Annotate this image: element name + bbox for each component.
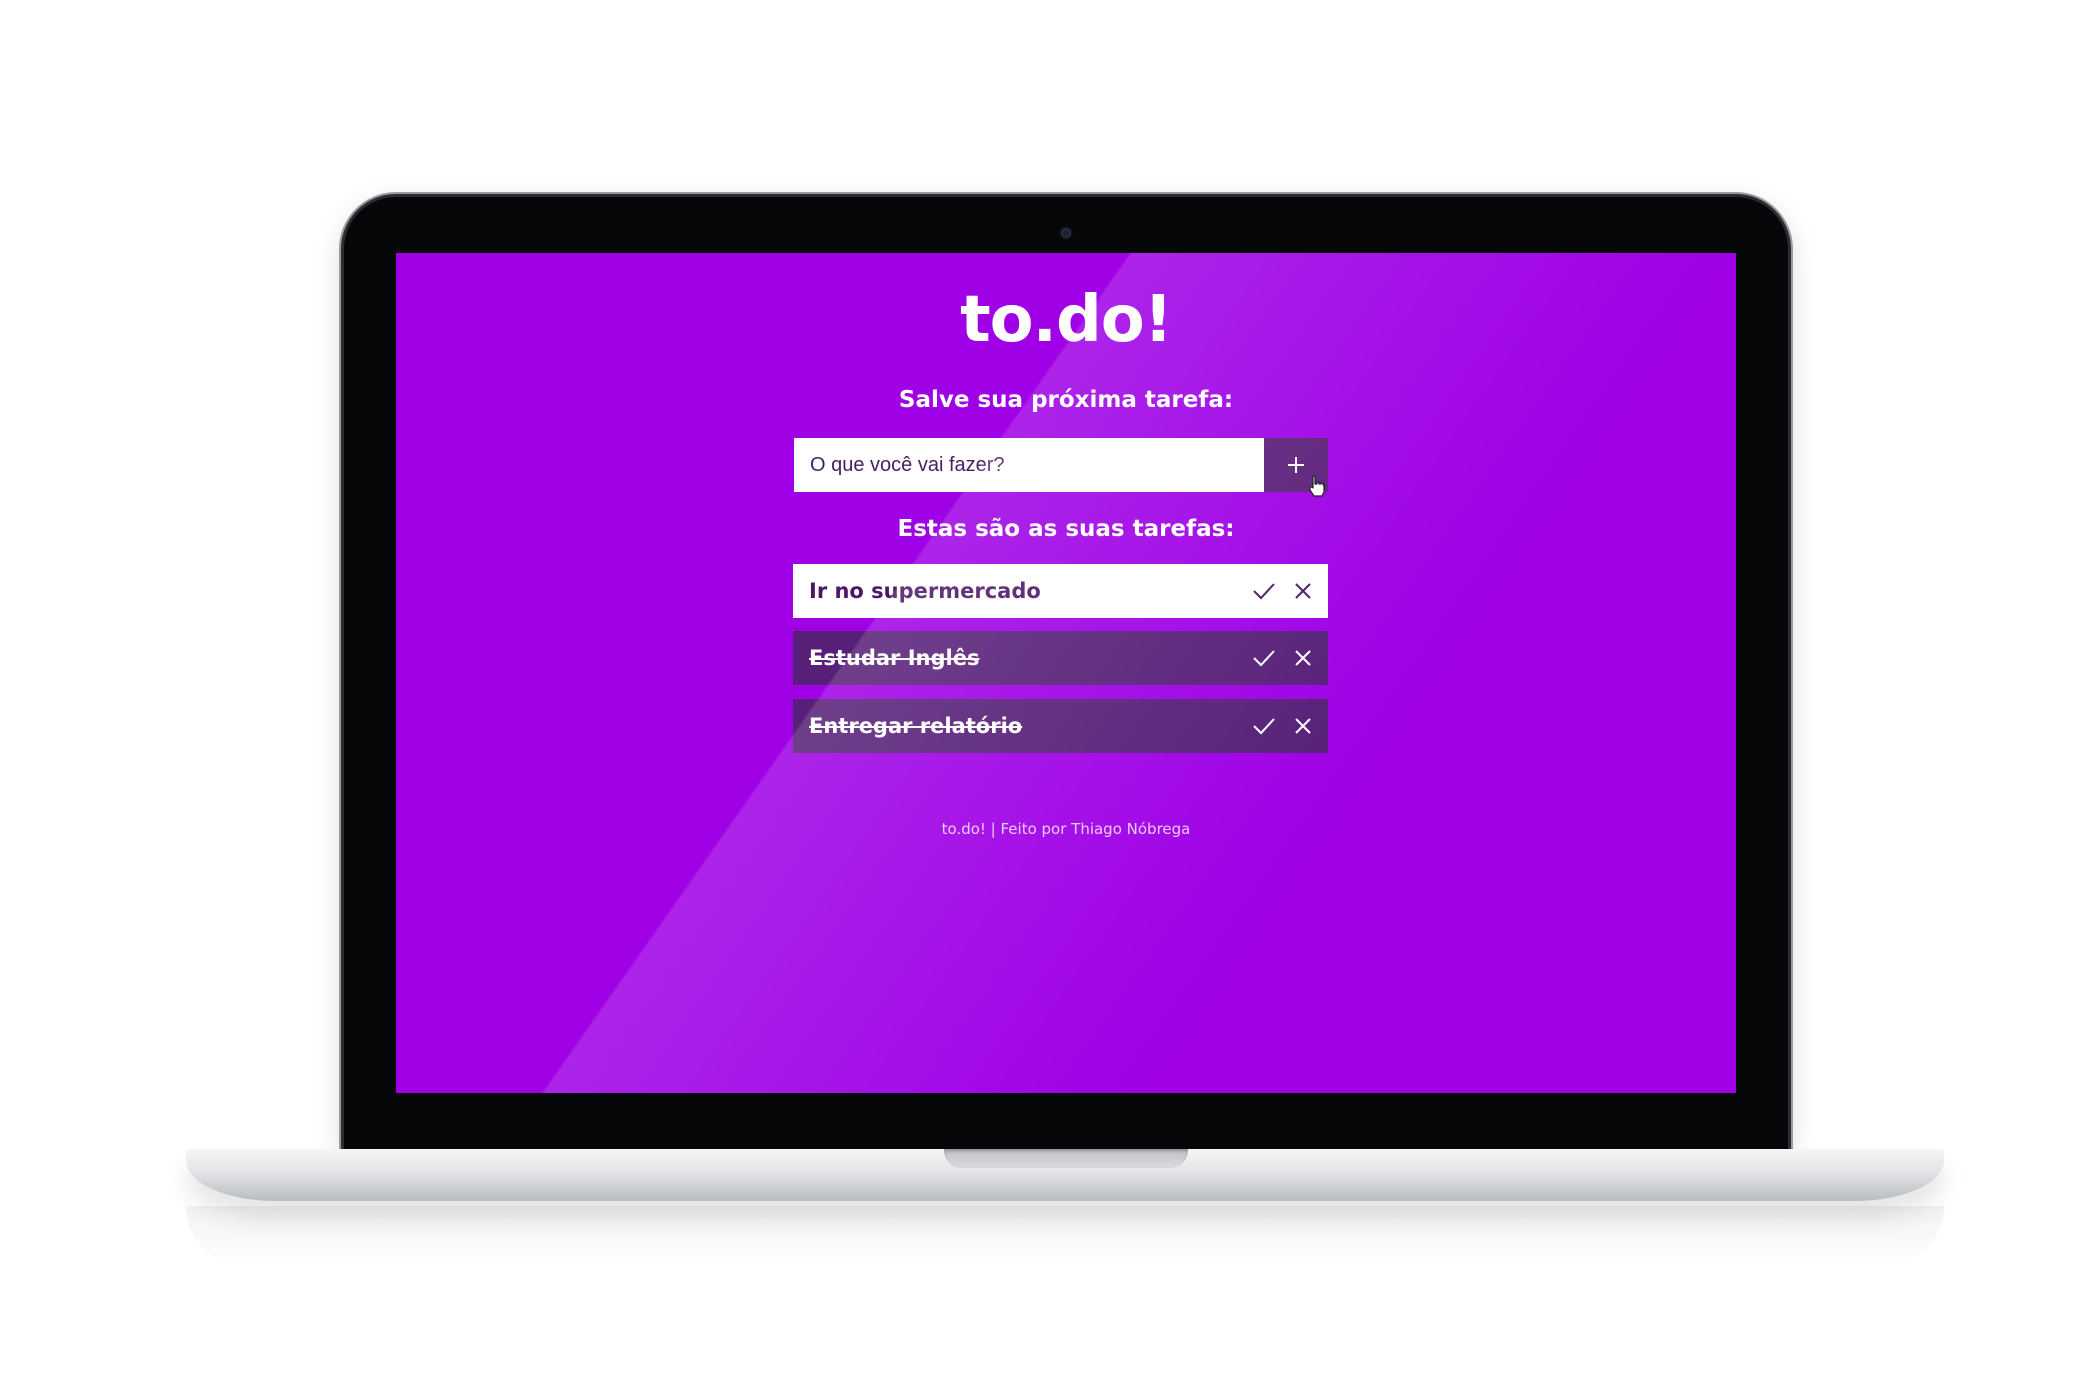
task-form	[794, 438, 1328, 497]
task-input[interactable]	[794, 438, 1264, 492]
task-item: Ir no supermercado	[793, 564, 1328, 618]
delete-task-button[interactable]	[1294, 717, 1312, 735]
todo-app: to.do! Salve sua próxima tarefa: Estas s…	[396, 253, 1736, 1093]
close-icon	[1295, 583, 1311, 599]
footer: to.do! | Feito por Thiago Nóbrega	[941, 820, 1191, 838]
close-icon	[1295, 718, 1311, 734]
webcam	[1061, 228, 1071, 238]
complete-task-button[interactable]	[1252, 581, 1276, 601]
complete-task-button[interactable]	[1252, 716, 1276, 736]
check-icon	[1253, 583, 1275, 600]
task-item: Entregar relatório	[793, 699, 1328, 753]
delete-task-button[interactable]	[1294, 649, 1312, 667]
task-item: Estudar Inglês	[793, 631, 1328, 685]
base-reflection	[186, 1206, 1944, 1266]
task-label: Ir no supermercado	[809, 579, 1041, 603]
app-logo: to.do!	[960, 283, 1173, 357]
form-title: Salve sua próxima tarefa:	[898, 387, 1234, 413]
plus-icon	[1288, 457, 1304, 473]
check-icon	[1253, 650, 1275, 667]
list-title: Estas são as suas tarefas:	[897, 516, 1235, 542]
task-label: Estudar Inglês	[809, 646, 980, 670]
close-icon	[1295, 650, 1311, 666]
check-icon	[1253, 718, 1275, 735]
laptop-notch	[944, 1149, 1188, 1168]
complete-task-button[interactable]	[1252, 648, 1276, 668]
hand-pointer-icon	[1309, 475, 1325, 497]
laptop-screen: to.do! Salve sua próxima tarefa: Estas s…	[396, 253, 1736, 1093]
delete-task-button[interactable]	[1294, 582, 1312, 600]
task-label: Entregar relatório	[809, 714, 1023, 738]
